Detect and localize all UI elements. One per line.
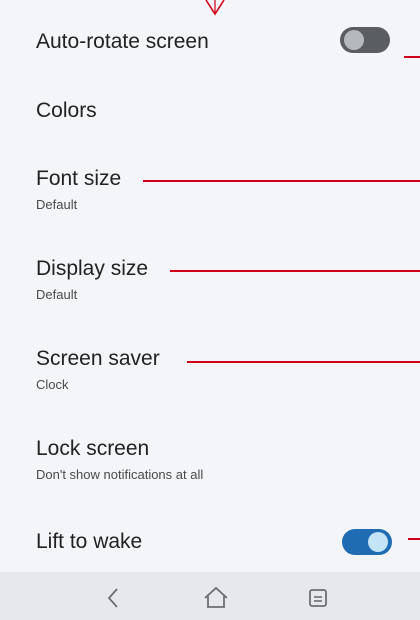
setting-summary: Clock (36, 377, 69, 392)
back-button[interactable] (94, 580, 134, 616)
recents-button[interactable] (298, 580, 338, 616)
annotation-line (408, 538, 420, 540)
setting-title: Auto-rotate screen (36, 30, 209, 53)
annotation-line (143, 180, 420, 182)
setting-title: Lock screen (36, 437, 150, 460)
auto-rotate-toggle[interactable] (340, 27, 390, 53)
setting-colors[interactable]: Colors (0, 84, 420, 140)
annotation-line (170, 270, 420, 272)
setting-summary: Default (36, 197, 78, 212)
lift-to-wake-toggle[interactable] (342, 529, 392, 555)
home-icon (204, 586, 228, 608)
setting-lock-screen[interactable]: Lock screen Don't show notifications at … (0, 425, 420, 489)
annotation-line (187, 361, 420, 363)
setting-display-size[interactable]: Display size Default (0, 246, 420, 310)
settings-screen: Auto-rotate screen Colors Font size Defa… (0, 0, 420, 620)
toggle-knob (344, 30, 364, 50)
setting-summary: Don't show notifications at all (36, 467, 204, 482)
setting-title: Display size (36, 257, 149, 280)
setting-lift-to-wake[interactable]: Lift to wake (0, 515, 420, 571)
recents-icon (309, 589, 327, 607)
navigation-bar (0, 572, 420, 620)
home-button[interactable] (196, 580, 236, 616)
setting-font-size[interactable]: Font size Default (0, 156, 420, 220)
setting-title: Font size (36, 167, 122, 190)
setting-summary: Default (36, 287, 78, 302)
setting-auto-rotate[interactable]: Auto-rotate screen (0, 14, 420, 70)
setting-title: Screen saver (36, 347, 160, 370)
setting-title: Colors (36, 99, 97, 122)
setting-title: Lift to wake (36, 530, 143, 553)
toggle-knob (368, 532, 388, 552)
back-icon (107, 588, 118, 608)
annotation-line (404, 56, 420, 58)
setting-screen-saver[interactable]: Screen saver Clock (0, 335, 420, 399)
